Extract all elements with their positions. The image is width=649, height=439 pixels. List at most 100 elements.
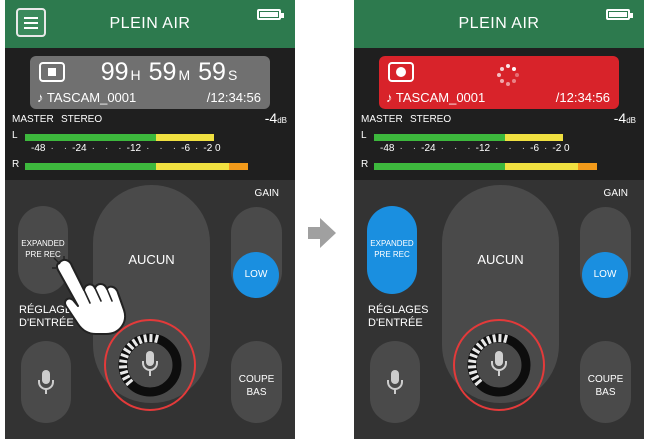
- scale-tick: 0: [564, 143, 570, 154]
- header-bar: PLEIN AIR: [354, 0, 644, 48]
- meter-l: [374, 134, 636, 141]
- gain-control[interactable]: LOW: [580, 207, 631, 298]
- gain-label: GAIN: [254, 188, 279, 199]
- input-settings-label: RÉGLAGES D'ENTRÉE: [368, 304, 429, 329]
- level-unit: dB: [626, 116, 636, 125]
- master-level: -4dB: [614, 110, 636, 126]
- master-level: -4dB: [265, 110, 287, 126]
- meter-scale: -48 · · -24 · · · -12 · · · -6 · -2 0: [31, 143, 221, 154]
- counter-display: 99 H 59 M 59 S ♪ TASCAM_0001 /12:34:56: [30, 56, 270, 109]
- low-cut-button[interactable]: COUPE BAS: [580, 341, 631, 423]
- meter-segment: [505, 134, 563, 141]
- meter-r: [25, 163, 287, 170]
- low-cut-label: COUPE BAS: [238, 374, 275, 398]
- scale-tick: -48: [31, 143, 46, 154]
- channel-r-label: R: [12, 159, 20, 170]
- pre-rec-label: EXPANDED PRE REC: [370, 239, 414, 259]
- minutes-value: 59: [148, 58, 177, 86]
- scale-tick: -2: [203, 143, 213, 154]
- scale-tick: -48: [380, 143, 395, 154]
- right-arrow-icon: [308, 218, 336, 248]
- control-panel: EXPANDED PRE REC AUCUN GAIN LOW RÉGLAGES…: [354, 180, 644, 439]
- scale-tick: -6: [181, 143, 191, 154]
- spinner-dot: [512, 79, 517, 84]
- channel-l-label: L: [12, 130, 18, 141]
- elapsed-time: 99 H 59 M 59 S: [30, 58, 270, 87]
- master-label: MASTER: [361, 114, 403, 125]
- stereo-label: STEREO: [410, 114, 452, 125]
- total-time: /12:34:56: [555, 90, 610, 105]
- spinner-icon: [497, 64, 519, 86]
- channel-l-label: L: [361, 130, 367, 141]
- meter-segment: [156, 134, 214, 141]
- expanded-pre-rec-button[interactable]: EXPANDED PRE REC: [367, 206, 417, 294]
- counter-display: ♪ TASCAM_0001 /12:34:56: [379, 56, 619, 109]
- low-cut-button[interactable]: COUPE BAS: [231, 341, 282, 423]
- level-value: -4: [613, 110, 627, 126]
- scale-tick: -12: [126, 143, 142, 154]
- file-name: ♪ TASCAM_0001: [37, 90, 137, 105]
- microphone-icon: [491, 351, 507, 376]
- microphone-icon: [142, 351, 158, 376]
- meter-segment: [25, 163, 156, 170]
- page-title: PLEIN AIR: [458, 15, 540, 32]
- meter-segment: [578, 163, 597, 170]
- knob-tick: [467, 365, 477, 369]
- gain-low-button[interactable]: LOW: [233, 252, 279, 298]
- left-screen: PLEIN AIR 99 H 59 M 59 S ♪ TASCAM_0001 /12:34…: [5, 0, 295, 439]
- spinner-dot: [506, 82, 510, 86]
- knob-tick: [119, 359, 128, 364]
- meter-segment: [374, 163, 505, 170]
- knob-tick: [119, 369, 129, 375]
- level-value: -4: [264, 110, 278, 126]
- master-label: MASTER: [12, 114, 54, 125]
- knob-tick: [468, 359, 477, 364]
- page-title: PLEIN AIR: [109, 15, 191, 32]
- seconds-unit: S: [227, 67, 238, 83]
- meter-segment: [25, 134, 156, 141]
- scale-tick: -24: [421, 143, 436, 154]
- scale-tick: -24: [72, 143, 87, 154]
- level-unit: dB: [277, 116, 287, 125]
- gain-control[interactable]: LOW: [231, 207, 282, 298]
- scale-tick: 0: [215, 143, 221, 154]
- knob-tick: [503, 334, 508, 344]
- meter-segment: [229, 163, 248, 170]
- spinner-dot: [499, 66, 504, 71]
- total-time: /12:34:56: [206, 90, 261, 105]
- file-name: ♪ TASCAM_0001: [386, 90, 486, 105]
- input-settings-button[interactable]: [21, 341, 71, 423]
- meter-scale: -48 · · -24 · · · -12 · · · -6 · -2 0: [380, 143, 570, 154]
- spinner-dot: [499, 79, 504, 84]
- stereo-label: STEREO: [61, 114, 103, 125]
- input-settings-button[interactable]: [370, 341, 420, 423]
- meter-segment: [505, 163, 579, 170]
- meter-segment: [156, 163, 230, 170]
- microphone-icon: [387, 370, 403, 394]
- gain-low-button[interactable]: LOW: [582, 252, 628, 298]
- knob-tick: [492, 334, 497, 343]
- meter-segment: [374, 134, 505, 141]
- spinner-dot: [497, 73, 501, 77]
- low-cut-label: COUPE BAS: [587, 374, 624, 398]
- spinner-dot: [506, 64, 510, 68]
- microphone-icon: [38, 370, 54, 394]
- scale-tick: -12: [475, 143, 491, 154]
- hours-unit: H: [130, 67, 141, 83]
- knob-tick: [468, 369, 478, 375]
- scene-label: AUCUN: [477, 252, 524, 267]
- level-knob[interactable]: [453, 319, 545, 411]
- meter-l: [25, 134, 287, 141]
- knob-tick: [118, 365, 128, 369]
- gain-label: GAIN: [603, 188, 628, 199]
- channel-r-label: R: [361, 159, 369, 170]
- header-bar: PLEIN AIR: [5, 0, 295, 48]
- battery-icon: [606, 9, 633, 20]
- scale-tick: -2: [552, 143, 562, 154]
- record-icon: [388, 62, 414, 82]
- spinner-dot: [512, 66, 517, 71]
- spinner-dot: [515, 73, 519, 77]
- pointing-hand-icon: [52, 256, 126, 335]
- right-screen: PLEIN AIR ♪ TASCAM_0001 /12:34:56 MASTER…: [354, 0, 644, 439]
- minutes-unit: M: [178, 67, 191, 83]
